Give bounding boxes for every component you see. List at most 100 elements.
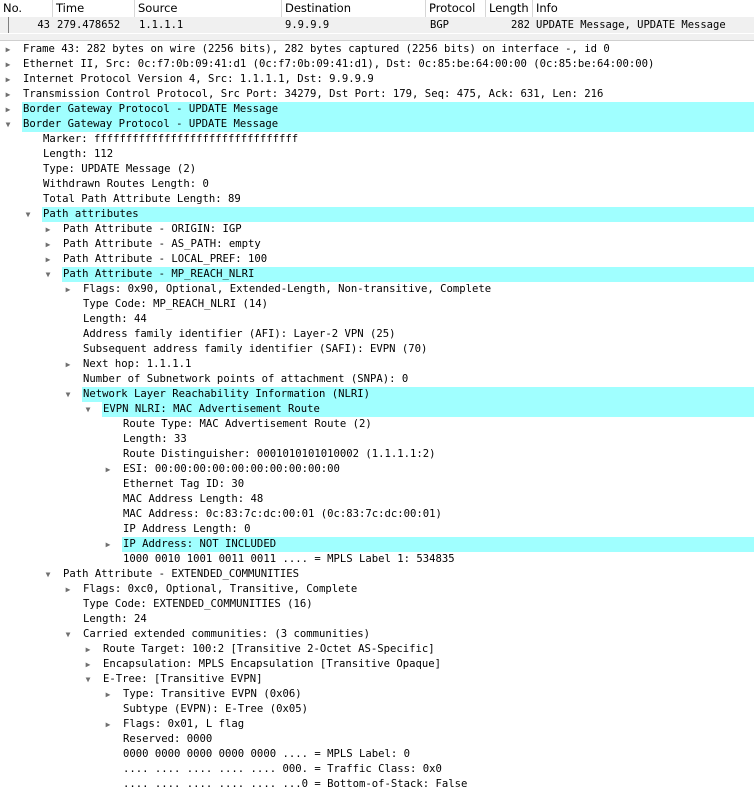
tree-item[interactable]: MAC Address Length: 48	[0, 492, 754, 507]
tree-item[interactable]: ▼ Path Attribute - EXTENDED_COMMUNITIES	[0, 567, 754, 582]
triangle-down-icon[interactable]: ▼	[83, 672, 93, 687]
packet-row[interactable]: 43 279.478652 1.1.1.1 9.9.9.9 BGP 282 UP…	[0, 17, 754, 33]
tree-item[interactable]: Address family identifier (AFI): Layer-2…	[0, 327, 754, 342]
triangle-right-icon[interactable]: ▶	[3, 72, 13, 87]
tree-item[interactable]: Length: 44	[0, 312, 754, 327]
column-header-time[interactable]: Time	[53, 0, 135, 17]
tree-item[interactable]: ▶ Flags: 0x90, Optional, Extended-Length,…	[0, 282, 754, 297]
tree-item[interactable]: Ethernet Tag ID: 30	[0, 477, 754, 492]
column-header-info[interactable]: Info	[533, 0, 754, 17]
triangle-right-icon[interactable]: ▶	[103, 687, 113, 702]
triangle-right-icon[interactable]: ▶	[103, 537, 113, 552]
triangle-right-icon[interactable]: ▶	[3, 102, 13, 117]
triangle-down-icon[interactable]: ▼	[83, 402, 93, 417]
column-header-no[interactable]: No.	[0, 0, 53, 17]
tree-item[interactable]: .... .... .... .... .... 000. = Traffic …	[0, 762, 754, 777]
tree-item[interactable]: ▶ Encapsulation: MPLS Encapsulation [Tran…	[0, 657, 754, 672]
related-packet-marker	[8, 17, 9, 33]
tree-item[interactable]: ▶ Border Gateway Protocol - UPDATE Messag…	[0, 102, 754, 117]
tree-item[interactable]: Route Type: MAC Advertisement Route (2)	[0, 417, 754, 432]
tree-item[interactable]: Subsequent address family identifier (SA…	[0, 342, 754, 357]
tree-item-label: Transmission Control Protocol, Src Port:…	[23, 88, 604, 100]
triangle-right-icon[interactable]: ▶	[43, 252, 53, 267]
tree-item-label: Path Attribute - AS_PATH: empty	[63, 238, 261, 250]
triangle-down-icon[interactable]: ▼	[43, 267, 53, 282]
triangle-right-icon[interactable]: ▶	[63, 582, 73, 597]
column-header-protocol[interactable]: Protocol	[426, 0, 486, 17]
tree-item-label: ESI: 00:00:00:00:00:00:00:00:00:00	[123, 463, 340, 475]
tree-item-label: Type Code: EXTENDED_COMMUNITIES (16)	[83, 598, 313, 610]
triangle-down-icon[interactable]: ▼	[63, 387, 73, 402]
packet-time: 279.478652	[57, 19, 121, 31]
tree-item[interactable]: ▶ Transmission Control Protocol, Src Port…	[0, 87, 754, 102]
tree-item[interactable]: Withdrawn Routes Length: 0	[0, 177, 754, 192]
triangle-down-icon[interactable]: ▼	[63, 627, 73, 642]
tree-item[interactable]: Type Code: EXTENDED_COMMUNITIES (16)	[0, 597, 754, 612]
tree-item[interactable]: ▶ Internet Protocol Version 4, Src: 1.1.1…	[0, 72, 754, 87]
triangle-right-icon[interactable]: ▶	[3, 42, 13, 57]
tree-item[interactable]: ▶ Path Attribute - LOCAL_PREF: 100	[0, 252, 754, 267]
pane-splitter[interactable]	[0, 34, 754, 41]
column-header-destination[interactable]: Destination	[282, 0, 426, 17]
triangle-right-icon[interactable]: ▶	[43, 237, 53, 252]
tree-item-label: Subsequent address family identifier (SA…	[83, 343, 428, 355]
triangle-right-icon[interactable]: ▶	[103, 717, 113, 732]
tree-item[interactable]: ▼ Path attributes	[0, 207, 754, 222]
tree-item[interactable]: ▶ Flags: 0x01, L flag	[0, 717, 754, 732]
tree-item[interactable]: Length: 112	[0, 147, 754, 162]
tree-item[interactable]: ▶ IP Address: NOT INCLUDED	[0, 537, 754, 552]
tree-item[interactable]: Type Code: MP_REACH_NLRI (14)	[0, 297, 754, 312]
tree-item[interactable]: ▶ Flags: 0xc0, Optional, Transitive, Comp…	[0, 582, 754, 597]
tree-item[interactable]: ▼ Border Gateway Protocol - UPDATE Messag…	[0, 117, 754, 132]
tree-item[interactable]: Route Distinguisher: 0001010101010002 (1…	[0, 447, 754, 462]
tree-item-label: Route Target: 100:2 [Transitive 2-Octet …	[103, 643, 435, 655]
triangle-right-icon[interactable]: ▶	[63, 282, 73, 297]
tree-item-label: Carried extended communities: (3 communi…	[83, 628, 371, 640]
tree-item[interactable]: Type: UPDATE Message (2)	[0, 162, 754, 177]
triangle-right-icon[interactable]: ▶	[83, 642, 93, 657]
tree-item[interactable]: ▼ E-Tree: [Transitive EVPN]	[0, 672, 754, 687]
tree-item-label: Ethernet Tag ID: 30	[123, 478, 245, 490]
triangle-right-icon[interactable]: ▶	[103, 462, 113, 477]
tree-item[interactable]: ▶ Next hop: 1.1.1.1	[0, 357, 754, 372]
tree-item[interactable]: 1000 0010 1001 0011 0011 .... = MPLS Lab…	[0, 552, 754, 567]
tree-item[interactable]: ▶ Frame 43: 282 bytes on wire (2256 bits)…	[0, 42, 754, 57]
tree-item[interactable]: ▶ Route Target: 100:2 [Transitive 2-Octet…	[0, 642, 754, 657]
tree-item[interactable]: Number of Subnetwork points of attachmen…	[0, 372, 754, 387]
tree-item[interactable]: ▼ EVPN NLRI: MAC Advertisement Route	[0, 402, 754, 417]
packet-destination: 9.9.9.9	[285, 19, 330, 31]
triangle-right-icon[interactable]: ▶	[43, 222, 53, 237]
tree-item[interactable]: ▶ Path Attribute - ORIGIN: IGP	[0, 222, 754, 237]
tree-item[interactable]: Subtype (EVPN): E-Tree (0x05)	[0, 702, 754, 717]
column-header-source[interactable]: Source	[135, 0, 282, 17]
tree-item[interactable]: ▶ Type: Transitive EVPN (0x06)	[0, 687, 754, 702]
triangle-down-icon[interactable]: ▼	[43, 567, 53, 582]
tree-item[interactable]: ▶ ESI: 00:00:00:00:00:00:00:00:00:00	[0, 462, 754, 477]
tree-item[interactable]: MAC Address: 0c:83:7c:dc:00:01 (0c:83:7c…	[0, 507, 754, 522]
triangle-down-icon[interactable]: ▼	[3, 117, 13, 132]
triangle-right-icon[interactable]: ▶	[63, 357, 73, 372]
tree-item-label: Withdrawn Routes Length: 0	[43, 178, 209, 190]
tree-item[interactable]: 0000 0000 0000 0000 0000 .... = MPLS Lab…	[0, 747, 754, 762]
tree-item-label: Encapsulation: MPLS Encapsulation [Trans…	[103, 658, 442, 670]
tree-item[interactable]: IP Address Length: 0	[0, 522, 754, 537]
tree-item-label: Route Distinguisher: 0001010101010002 (1…	[123, 448, 436, 460]
tree-item[interactable]: ▼ Path Attribute - MP_REACH_NLRI	[0, 267, 754, 282]
tree-item[interactable]: .... .... .... .... .... ...0 = Bottom-o…	[0, 777, 754, 792]
tree-item[interactable]: ▶ Ethernet II, Src: 0c:f7:0b:09:41:d1 (0c…	[0, 57, 754, 72]
tree-item[interactable]: Reserved: 0000	[0, 732, 754, 747]
tree-item[interactable]: ▼ Carried extended communities: (3 commun…	[0, 627, 754, 642]
tree-item[interactable]: Total Path Attribute Length: 89	[0, 192, 754, 207]
column-header-length[interactable]: Length	[486, 0, 533, 17]
triangle-right-icon[interactable]: ▶	[3, 87, 13, 102]
tree-item[interactable]: Length: 24	[0, 612, 754, 627]
tree-item-label: Internet Protocol Version 4, Src: 1.1.1.…	[23, 73, 374, 85]
tree-item[interactable]: ▶ Path Attribute - AS_PATH: empty	[0, 237, 754, 252]
triangle-right-icon[interactable]: ▶	[83, 657, 93, 672]
triangle-down-icon[interactable]: ▼	[23, 207, 33, 222]
triangle-right-icon[interactable]: ▶	[3, 57, 13, 72]
tree-item[interactable]: Length: 33	[0, 432, 754, 447]
tree-item[interactable]: ▼ Network Layer Reachability Information …	[0, 387, 754, 402]
tree-item-label: Length: 24	[83, 613, 147, 625]
tree-item[interactable]: Marker: ffffffffffffffffffffffffffffffff	[0, 132, 754, 147]
